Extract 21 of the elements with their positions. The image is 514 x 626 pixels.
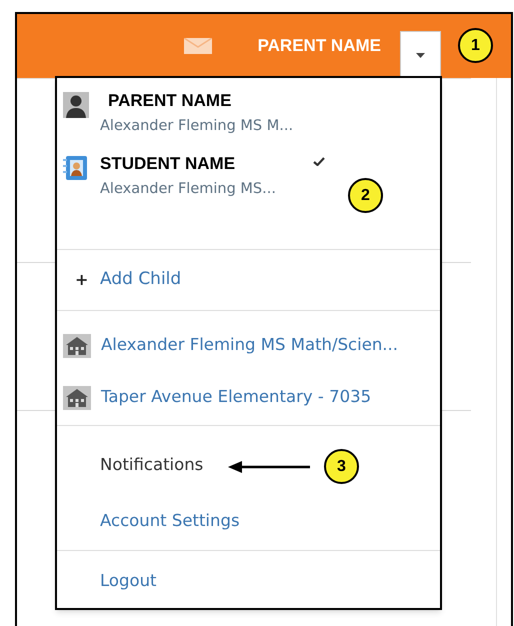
school-link[interactable]: Taper Avenue Elementary - 7035 [101, 385, 372, 410]
school-name: Alexander Fleming MS M... [100, 116, 294, 136]
account-name: STUDENT NAME [100, 153, 236, 176]
checkmark-icon [313, 157, 325, 166]
school-link[interactable]: Alexander Fleming MS Math/Scien... [101, 333, 398, 358]
account-item[interactable]: STUDENT NAME Alexander Fleming MS... [57, 155, 329, 200]
menu-link[interactable]: Notifications [100, 452, 204, 478]
menu-link[interactable]: Account Settings [100, 509, 240, 534]
school-building-icon [63, 386, 91, 410]
account-item[interactable]: PARENT NAME Alexander Fleming MS M... [57, 92, 329, 138]
logout-link[interactable]: Logout [100, 569, 156, 594]
plus-sign: + [75, 268, 90, 290]
person-silhouette-icon [63, 92, 89, 118]
account-name: PARENT NAME [108, 90, 232, 112]
add-child-link[interactable]: Add Child [100, 266, 182, 292]
user-name[interactable]: PARENT NAME [258, 33, 381, 59]
school-name: Alexander Fleming MS... [100, 180, 276, 199]
school-building-icon [63, 334, 91, 358]
caret-icon [416, 52, 425, 58]
student-contact-card-icon [63, 155, 89, 182]
menu-toggle-button[interactable] [400, 31, 441, 78]
